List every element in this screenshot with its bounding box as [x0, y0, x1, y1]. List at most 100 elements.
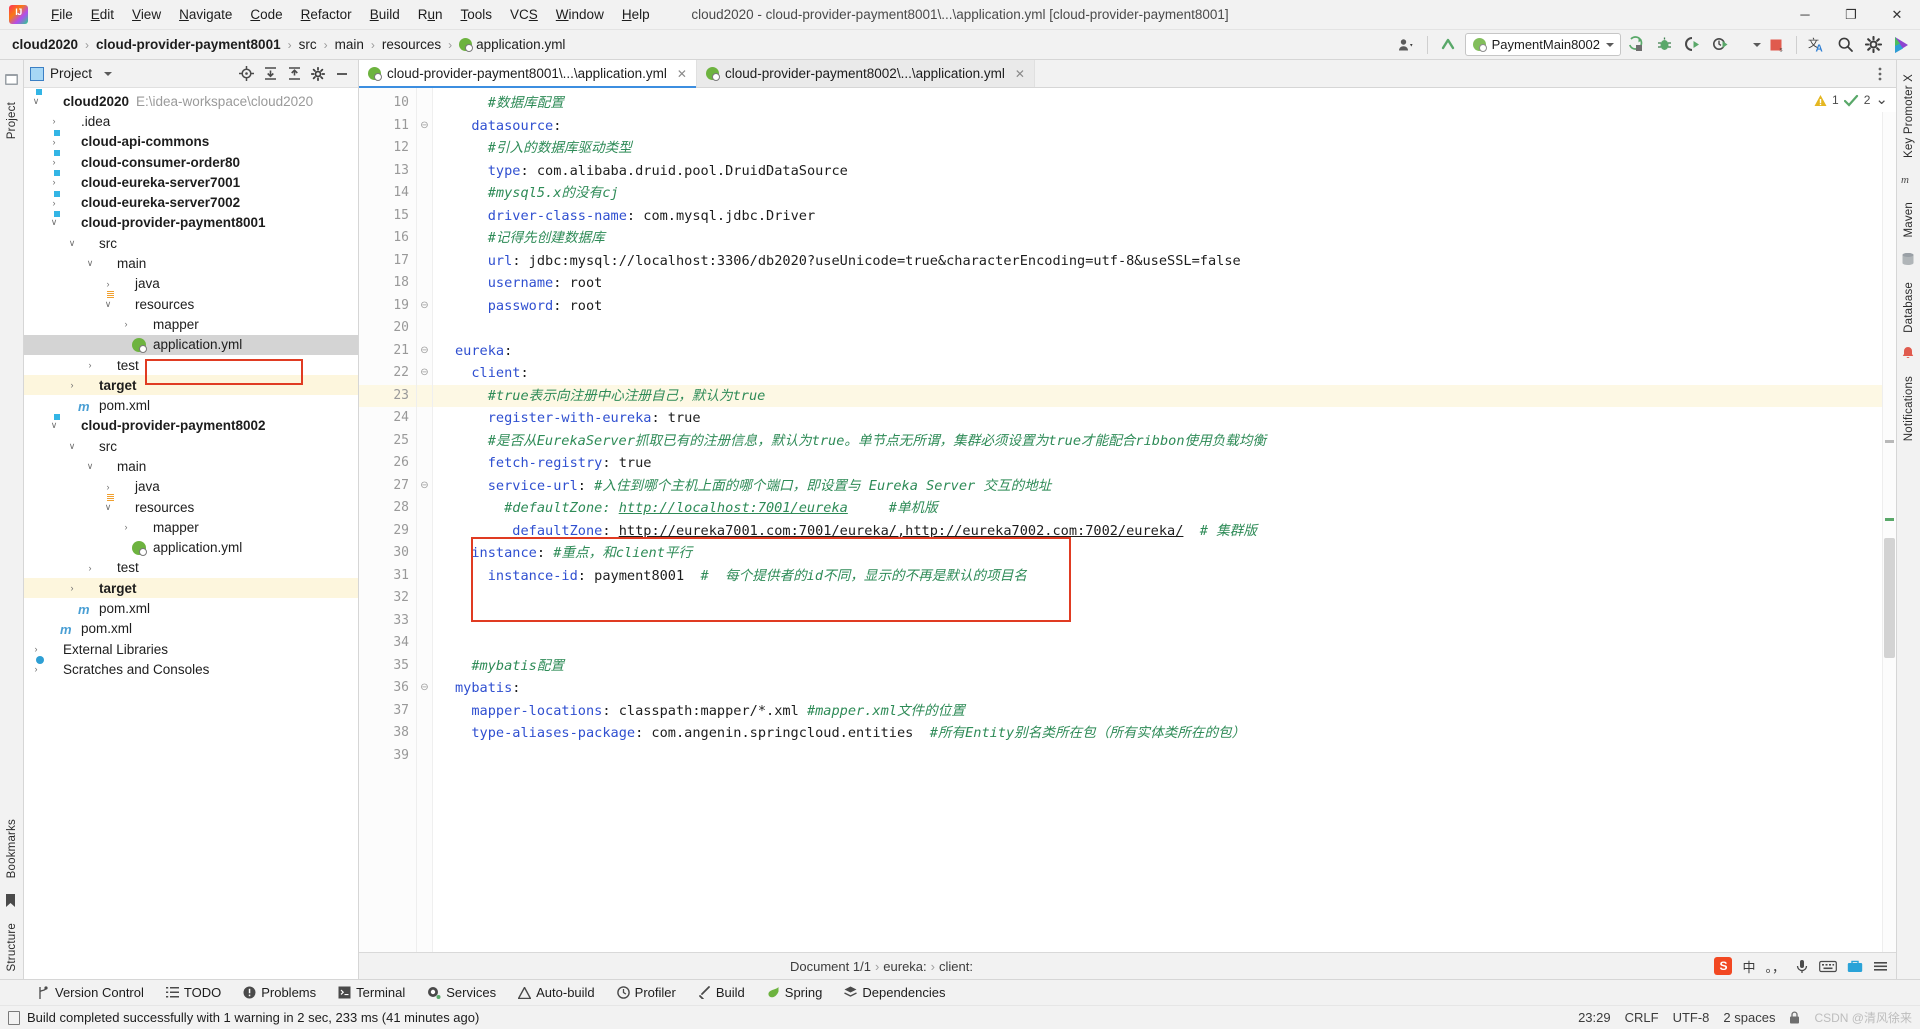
- ime-punct-label[interactable]: 。，: [1765, 957, 1785, 976]
- locate-file-icon[interactable]: [236, 64, 256, 84]
- breadcrumb-item-src[interactable]: src: [295, 35, 321, 54]
- sidebar-tab-structure[interactable]: Structure: [3, 915, 21, 979]
- close-icon[interactable]: ✕: [1015, 67, 1025, 81]
- expand-arrow-icon[interactable]: ∨: [30, 96, 42, 107]
- main-toolbar[interactable]: PaymentMain8002 s 文A: [1394, 33, 1920, 57]
- expand-arrow-icon[interactable]: ›: [102, 482, 114, 492]
- menu-item-help[interactable]: Help: [613, 4, 659, 25]
- menu-item-code[interactable]: Code: [241, 4, 291, 25]
- gear-icon[interactable]: [308, 64, 328, 84]
- run-configuration-selector[interactable]: PaymentMain8002: [1464, 33, 1621, 56]
- expand-arrow-icon[interactable]: ∨: [66, 238, 78, 249]
- code-line[interactable]: password: root: [433, 295, 1882, 318]
- expand-arrow-icon[interactable]: ∨: [48, 217, 60, 228]
- code-line[interactable]: #数据库配置: [433, 92, 1882, 115]
- stop-button[interactable]: s: [1763, 33, 1789, 57]
- tool-window-spring[interactable]: Spring: [756, 985, 834, 1000]
- sidebar-tab-database[interactable]: Database: [1900, 274, 1918, 341]
- menu-item-window[interactable]: Window: [547, 4, 613, 25]
- code-line[interactable]: instance-id: payment8001 # 每个提供者的id不同，显示…: [433, 565, 1882, 588]
- code-line[interactable]: username: root: [433, 272, 1882, 295]
- expand-arrow-icon[interactable]: ›: [48, 177, 60, 187]
- code-line[interactable]: client:: [433, 362, 1882, 385]
- code-line[interactable]: #true表示向注册中心注册自己，默认为true: [433, 384, 1882, 407]
- tree-item-application-yml[interactable]: ›application.yml: [24, 538, 358, 558]
- code-fold-toggle[interactable]: ⊖: [417, 115, 432, 138]
- expand-arrow-icon[interactable]: ∨: [102, 502, 114, 513]
- editor-tab-application-yml-8001[interactable]: cloud-provider-payment8001\...\applicati…: [359, 60, 697, 88]
- expand-arrow-icon[interactable]: ›: [84, 563, 96, 573]
- breadcrumb-item-file[interactable]: application.yml: [455, 35, 569, 54]
- code-fold-toggle[interactable]: ⊖: [417, 475, 432, 498]
- tool-window-build[interactable]: Build: [687, 985, 756, 1000]
- lock-icon[interactable]: [1789, 1011, 1800, 1024]
- tree-item-main[interactable]: ∨ main: [24, 253, 358, 273]
- expand-arrow-icon[interactable]: ∨: [48, 420, 60, 431]
- status-line-separator[interactable]: CRLF: [1625, 1010, 1659, 1025]
- search-icon[interactable]: [1832, 33, 1858, 57]
- chevron-down-icon[interactable]: [104, 71, 113, 76]
- ime-mode-label[interactable]: 中: [1742, 957, 1755, 976]
- toolbox-icon[interactable]: [1847, 959, 1863, 973]
- project-tree[interactable]: ∨ cloud2020 E:\idea-workspace\cloud2020 › .i…: [24, 88, 358, 979]
- menu-item-vcs[interactable]: VCS: [501, 4, 547, 25]
- minimize-button[interactable]: ─: [1782, 0, 1828, 30]
- expand-all-icon[interactable]: [260, 64, 280, 84]
- menu-item-run[interactable]: Run: [409, 4, 452, 25]
- tree-item-cloud-consumer-order80[interactable]: › cloud-consumer-order80: [24, 152, 358, 172]
- breadcrumb-item-cloud2020[interactable]: cloud2020: [8, 35, 82, 54]
- expand-arrow-icon[interactable]: ∨: [102, 299, 114, 310]
- user-profile-icon[interactable]: [1394, 33, 1420, 57]
- menu-item-view[interactable]: View: [123, 4, 170, 25]
- tree-item-test[interactable]: › test: [24, 558, 358, 578]
- code-line[interactable]: #记得先创建数据库: [433, 227, 1882, 250]
- tree-item-cloud2020[interactable]: ∨ cloud2020 E:\idea-workspace\cloud2020: [24, 91, 358, 111]
- tool-window-todo[interactable]: TODO: [155, 985, 232, 1000]
- maven-icon[interactable]: m: [1901, 172, 1917, 188]
- code-line[interactable]: instance: #重点，和client平行: [433, 542, 1882, 565]
- tool-window-bar[interactable]: Version Control TODO Problems Terminal S…: [0, 979, 1920, 1005]
- error-stripe-marker-bar[interactable]: [1882, 88, 1896, 952]
- expand-arrow-icon[interactable]: ›: [120, 319, 132, 329]
- editor-tab-application-yml-8002[interactable]: cloud-provider-payment8002\...\applicati…: [696, 60, 1035, 87]
- menu-item-tools[interactable]: Tools: [452, 4, 502, 25]
- tree-item-application-yml[interactable]: ›application.yml: [24, 334, 358, 355]
- tree-item-external-libraries[interactable]: › External Libraries: [24, 639, 358, 659]
- left-tool-strip[interactable]: Project Bookmarks Structure: [0, 60, 24, 979]
- code-line[interactable]: type-aliases-package: com.angenin.spring…: [433, 722, 1882, 745]
- sidebar-tab-key-promoter[interactable]: Key Promoter X: [1900, 66, 1918, 166]
- close-button[interactable]: ✕: [1874, 0, 1920, 30]
- sidebar-tab-project[interactable]: Project: [3, 94, 21, 147]
- code-line[interactable]: eureka:: [433, 340, 1882, 363]
- code-line[interactable]: #mybatis配置: [433, 655, 1882, 678]
- expand-arrow-icon[interactable]: ›: [66, 583, 78, 593]
- status-bar-right[interactable]: 23:29 CRLF UTF-8 2 spaces CSDN @清风徐来: [1578, 1009, 1920, 1026]
- inspection-widget[interactable]: 1 2 ⌄: [1806, 88, 1896, 112]
- code-line[interactable]: type: com.alibaba.druid.pool.DruidDataSo…: [433, 160, 1882, 183]
- breadcrumb[interactable]: cloud2020 › cloud-provider-payment8001 ›…: [8, 35, 569, 54]
- tool-window-problems[interactable]: Problems: [232, 985, 327, 1000]
- tree-item-java[interactable]: › java: [24, 274, 358, 294]
- editor-viewport[interactable]: 10 11 12 13 14 15 16 17 18 19 20 21 22 23 24 25 26 27 28 29…: [359, 88, 1896, 952]
- tree-item-resources[interactable]: ∨ resources: [24, 294, 358, 314]
- run-with-coverage-button[interactable]: [1679, 33, 1705, 57]
- database-icon[interactable]: [1901, 252, 1917, 268]
- menu-bar[interactable]: FFileile Edit View Navigate Code Refacto…: [42, 4, 659, 25]
- expand-arrow-icon[interactable]: ∨: [66, 441, 78, 452]
- code-line[interactable]: #mysql5.x的没有cj: [433, 182, 1882, 205]
- run-button[interactable]: [1623, 33, 1649, 57]
- code-line[interactable]: [433, 587, 1882, 610]
- status-indent[interactable]: 2 spaces: [1723, 1010, 1775, 1025]
- code-line[interactable]: [433, 610, 1882, 633]
- tree-item-cloud-provider-payment8002[interactable]: ∨ cloud-provider-payment8002: [24, 416, 358, 436]
- tree-item-java[interactable]: › java: [24, 477, 358, 497]
- code-line[interactable]: driver-class-name: com.mysql.jdbc.Driver: [433, 205, 1882, 228]
- translate-icon[interactable]: 文A: [1804, 33, 1830, 57]
- doc-breadcrumb-client[interactable]: client:: [935, 959, 977, 974]
- maximize-button[interactable]: ❐: [1828, 0, 1874, 30]
- menu-item-file[interactable]: FFileile: [42, 4, 82, 25]
- code-line[interactable]: fetch-registry: true: [433, 452, 1882, 475]
- collapse-all-icon[interactable]: [284, 64, 304, 84]
- expand-arrow-icon[interactable]: ›: [48, 198, 60, 208]
- gear-icon[interactable]: [1860, 33, 1886, 57]
